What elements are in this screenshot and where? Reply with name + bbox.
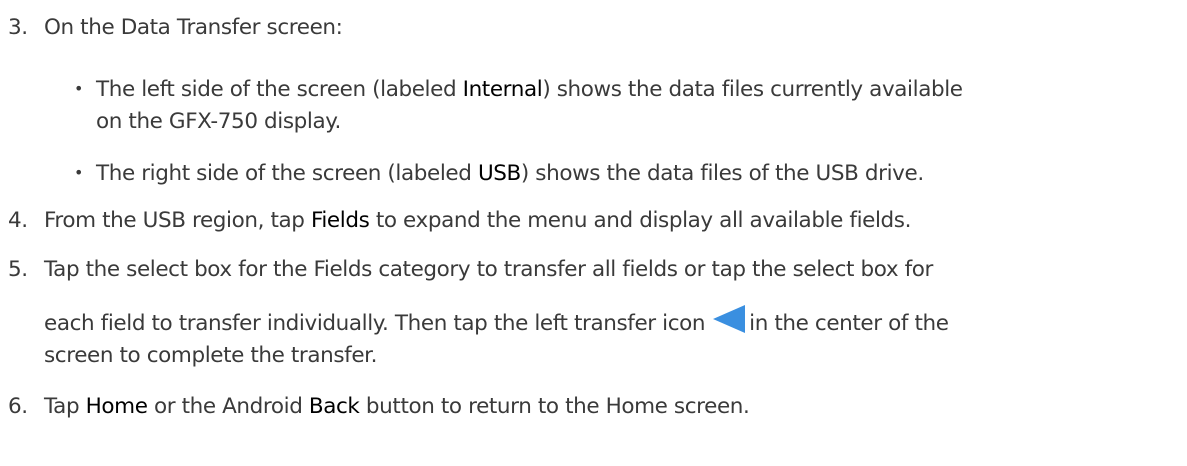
bullet-usb: • The right side of the screen (labeled U… <box>74 157 924 190</box>
bullet-text: ) shows the data files currently availab… <box>542 77 963 102</box>
step-number: 5. <box>8 257 28 282</box>
bullet-text: on the GFX-750 display. <box>96 109 341 134</box>
step-number: 4. <box>8 208 28 233</box>
back-label: Back <box>308 394 360 419</box>
step-text: each field to transfer individually. The… <box>44 311 706 336</box>
step-5-line-3: screen to complete the transfer. <box>44 340 377 372</box>
step-text: button to return to the Home screen. <box>359 394 750 419</box>
instruction-document: 3. On the Data Transfer screen: • The left… <box>0 0 1187 466</box>
step-number: 6. <box>8 394 28 419</box>
step-text: in the center of the <box>749 311 949 336</box>
bullet-text: The left side of the screen (labeled <box>96 77 463 102</box>
step-3: 3. On the Data Transfer screen: <box>8 12 343 44</box>
bullet-internal: • The left side of the screen (labeled In… <box>74 73 963 106</box>
step-6: 6. Tap Home or the Android Back button to… <box>8 391 750 423</box>
step-text: screen to complete the transfer. <box>44 343 378 368</box>
left-transfer-arrow-icon <box>713 305 746 333</box>
step-text: From the USB region, tap <box>44 208 311 233</box>
home-label: Home <box>85 394 148 419</box>
step-text: to expand the menu and display all avail… <box>369 208 912 233</box>
bullet-text: The right side of the screen (labeled <box>96 161 478 186</box>
step-4: 4. From the USB region, tap Fields to exp… <box>8 205 911 237</box>
step-text: Tap the select box for the Fields catego… <box>44 257 933 282</box>
bullet-internal-continued: on the GFX-750 display. <box>96 106 341 138</box>
bullet-text: ) shows the data files of the USB drive. <box>520 161 924 186</box>
fields-label: Fields <box>310 208 370 233</box>
step-text: On the Data Transfer screen: <box>44 15 343 40</box>
bullet-dot: • <box>74 79 84 98</box>
usb-label: USB <box>477 161 521 186</box>
step-5: 5. Tap the select box for the Fields cate… <box>8 254 933 286</box>
step-text: or the Android <box>147 394 309 419</box>
step-text: Tap <box>44 394 86 419</box>
step-5-line-2: each field to transfer individually. The… <box>44 304 949 340</box>
internal-label: Internal <box>462 77 543 102</box>
bullet-dot: • <box>74 163 84 182</box>
step-number: 3. <box>8 15 28 40</box>
